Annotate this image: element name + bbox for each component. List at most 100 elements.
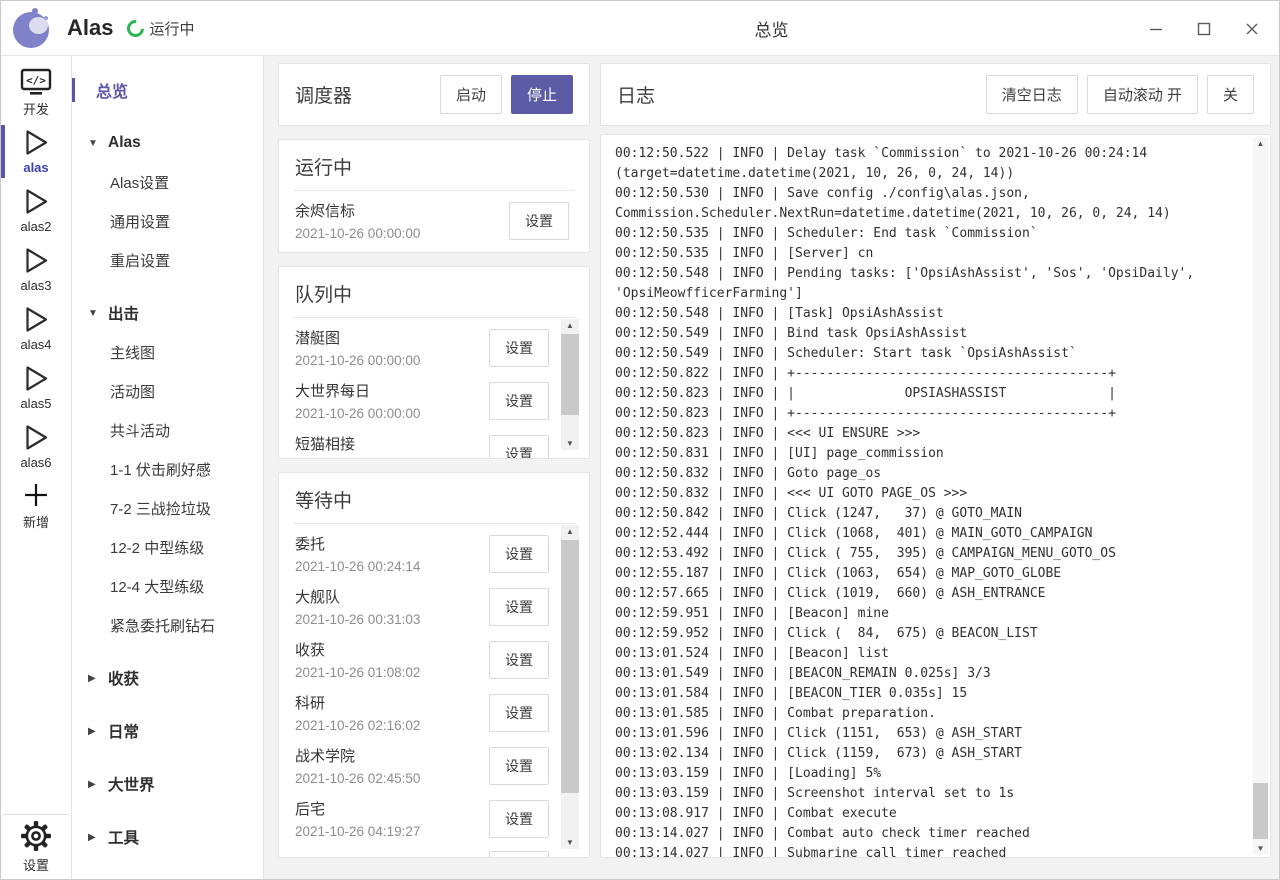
task-setting-button[interactable]: 设置 (489, 851, 549, 857)
task-next-run-time: 2021-10-26 00:24:14 (295, 559, 489, 574)
nav-item-3[interactable]: 通用设置 (72, 202, 263, 241)
task-name: 潜艇图 (295, 327, 489, 348)
gear-icon (20, 820, 52, 852)
close-button[interactable] (1241, 18, 1263, 40)
rail-item-settings[interactable]: 设置 (1, 815, 71, 879)
nav-group-label: 收获 (108, 667, 139, 689)
task-setting-button[interactable]: 设置 (509, 202, 569, 240)
nav-item-7[interactable]: 活动图 (72, 372, 263, 411)
rail-item-alas4[interactable]: alas4 (1, 299, 71, 358)
rail-item-alas5[interactable]: alas5 (1, 358, 71, 417)
autoscroll-off-button[interactable]: 关 (1207, 75, 1254, 114)
task-info: 委托2021-10-26 00:24:14 (295, 533, 489, 574)
nav-item-4[interactable]: 重启设置 (72, 241, 263, 280)
nav-group-5[interactable]: ▼出击 (72, 293, 263, 333)
nav-item-9[interactable]: 1-1 伏击刷好感 (72, 450, 263, 489)
rail-item-alas[interactable]: alas (1, 122, 71, 181)
instance-rail: </> 开发 alas alas2 alas3 alas4 alas5 alas6 新增 (1, 56, 72, 879)
maximize-button[interactable] (1193, 18, 1215, 40)
running-status-label: 运行中 (149, 18, 194, 39)
minimize-button[interactable] (1145, 18, 1167, 40)
nav-group-16[interactable]: ▶大世界 (72, 764, 263, 804)
task-info: 潜艇图2021-10-26 00:00:00 (295, 327, 489, 368)
scrollbar-thumb[interactable] (561, 334, 579, 415)
nav-item-0[interactable]: 总览 (72, 70, 263, 110)
rail-item-label: 新增 (23, 512, 49, 531)
dev-monitor-code-icon: </> (20, 68, 52, 96)
task-row: 潜艇图2021-10-26 00:00:00设置 (295, 321, 549, 374)
rail-item-alas6[interactable]: alas6 (1, 417, 71, 476)
task-setting-button[interactable]: 设置 (489, 329, 549, 367)
task-setting-button[interactable]: 设置 (489, 435, 549, 459)
play-icon (23, 364, 50, 393)
task-info: 后宅2021-10-26 04:19:27 (295, 798, 489, 839)
task-list: 潜艇图2021-10-26 00:00:00设置大世界每日2021-10-26 … (279, 318, 589, 458)
rail-item-label: alas5 (20, 396, 51, 411)
task-info: 大世界每日2021-10-26 00:00:00 (295, 380, 489, 421)
rail-item-add[interactable]: 新增 (1, 476, 71, 535)
log-panel: 00:12:50.522 | INFO | Delay task `Commis… (600, 134, 1271, 858)
scroll-up-icon[interactable]: ▲ (1253, 137, 1268, 150)
app-name: Alas (67, 15, 113, 41)
scroll-up-icon[interactable]: ▲ (561, 319, 579, 332)
log-header: 日志 清空日志 自动滚动 开 关 (600, 63, 1271, 126)
chevron-right-icon: ▶ (88, 673, 99, 684)
task-next-run-time: 2021-10-26 02:45:50 (295, 771, 489, 786)
autoscroll-on-button[interactable]: 自动滚动 开 (1087, 75, 1198, 114)
task-setting-button[interactable]: 设置 (489, 747, 549, 785)
scrollbar-thumb[interactable] (561, 540, 579, 793)
rail-item-alas3[interactable]: alas3 (1, 240, 71, 299)
scrollbar-thumb[interactable] (1253, 783, 1268, 839)
stop-button[interactable]: 停止 (511, 75, 573, 114)
alas-logo-icon (13, 8, 53, 48)
task-name: 收获 (295, 639, 489, 660)
title-bar: Alas 运行中 总览 (1, 1, 1279, 56)
nav-group-1[interactable]: ▼Alas (72, 123, 263, 163)
rail-item-label: alas2 (20, 219, 51, 234)
task-setting-button[interactable]: 设置 (489, 694, 549, 732)
nav-item-12[interactable]: 12-4 大型练级 (72, 567, 263, 606)
task-name: 科研 (295, 692, 489, 713)
task-info: 短猫相接2021-10-26 00:00:00 (295, 433, 489, 458)
play-icon (23, 246, 50, 275)
task-setting-button[interactable]: 设置 (489, 535, 549, 573)
task-row: 短猫相接2021-10-26 00:00:00设置 (295, 427, 549, 458)
scroll-down-icon[interactable]: ▼ (561, 836, 579, 849)
nav-item-2[interactable]: Alas设置 (72, 163, 263, 202)
nav-item-13[interactable]: 紧急委托刷钻石 (72, 606, 263, 645)
task-setting-button[interactable]: 设置 (489, 382, 549, 420)
main-area: 调度器 启动 停止 运行中余烬信标2021-10-26 00:00:00设置队列… (264, 56, 1279, 879)
rail-item-label: 开发 (23, 99, 49, 118)
task-next-run-time: 2021-10-26 02:16:02 (295, 718, 489, 733)
nav-group-17[interactable]: ▶工具 (72, 817, 263, 857)
nav-menu: 总览 ▼AlasAlas设置通用设置重启设置 ▼出击主线图活动图共斗活动1-1 伏击… (72, 56, 264, 879)
task-name: 大舰队 (295, 586, 489, 607)
section-scrollbar[interactable]: ▲▼ (561, 525, 579, 849)
chevron-right-icon: ▶ (88, 832, 99, 843)
nav-item-10[interactable]: 7-2 三战捡垃圾 (72, 489, 263, 528)
clear-log-button[interactable]: 清空日志 (986, 75, 1078, 114)
rail-item-label: alas4 (20, 337, 51, 352)
task-setting-button[interactable]: 设置 (489, 588, 549, 626)
chevron-right-icon: ▶ (88, 779, 99, 790)
svg-text:</>: </> (26, 74, 46, 87)
log-scrollbar[interactable]: ▲ ▼ (1253, 137, 1268, 855)
rail-item-dev[interactable]: </> 开发 (1, 63, 71, 122)
task-next-run-time: 2021-10-26 00:00:00 (295, 406, 489, 421)
scroll-down-icon[interactable]: ▼ (1253, 842, 1268, 855)
scroll-down-icon[interactable]: ▼ (561, 437, 579, 450)
nav-item-11[interactable]: 12-2 中型练级 (72, 528, 263, 567)
section-scrollbar[interactable]: ▲▼ (561, 319, 579, 450)
nav-item-8[interactable]: 共斗活动 (72, 411, 263, 450)
task-setting-button[interactable]: 设置 (489, 800, 549, 838)
nav-item-6[interactable]: 主线图 (72, 333, 263, 372)
nav-group-14[interactable]: ▶ 收获 (72, 658, 263, 698)
task-setting-button[interactable]: 设置 (489, 641, 549, 679)
scroll-up-icon[interactable]: ▲ (561, 525, 579, 538)
rail-item-label: alas3 (20, 278, 51, 293)
scheduler-header: 调度器 启动 停止 (278, 63, 590, 126)
task-name: 战术学院 (295, 745, 489, 766)
start-button[interactable]: 启动 (440, 75, 502, 114)
rail-item-alas2[interactable]: alas2 (1, 181, 71, 240)
nav-group-15[interactable]: ▶日常 (72, 711, 263, 751)
